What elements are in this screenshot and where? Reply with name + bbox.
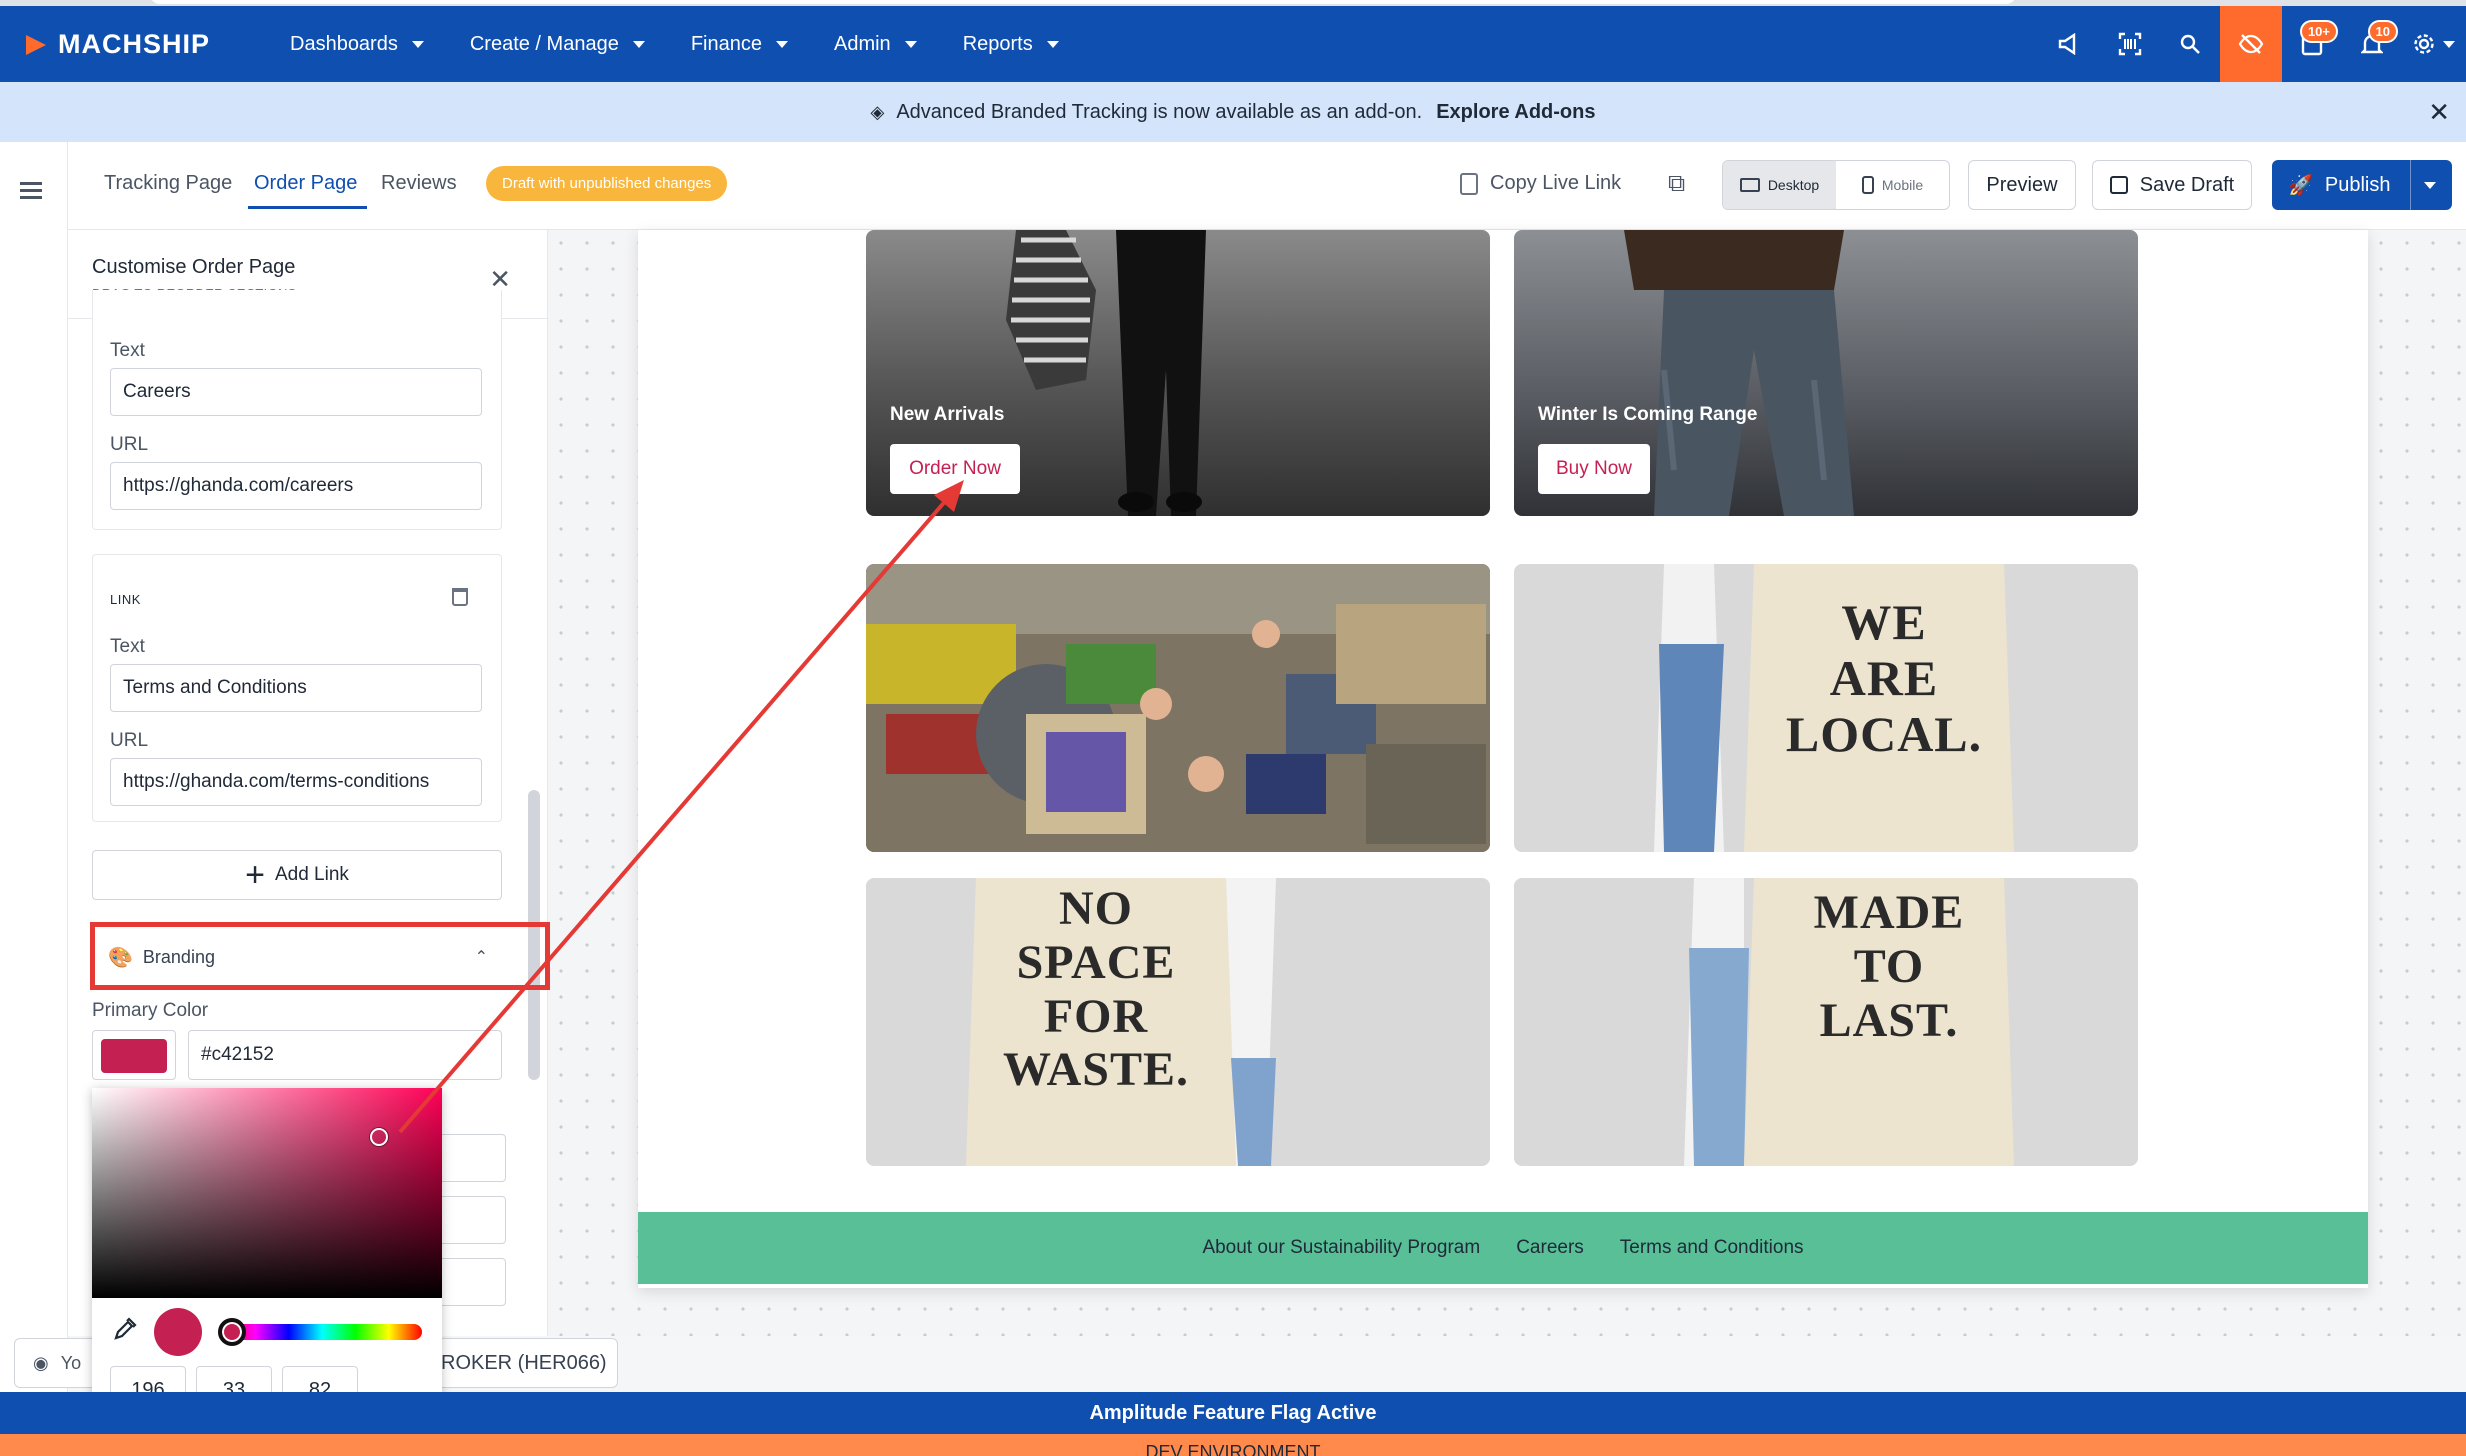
plus-icon: + <box>245 856 265 894</box>
workshop-photo <box>866 564 1490 852</box>
link-url-input[interactable]: https://ghanda.com/terms-conditions <box>110 758 482 806</box>
color-preview-dot <box>154 1308 202 1356</box>
order-page-preview: New Arrivals Order Now Winter Is Coming … <box>638 230 2368 1288</box>
editor-toolbar: Tracking Page Order Page Reviews Draft w… <box>68 142 2466 230</box>
panel-title: Customise Order Page <box>92 256 296 278</box>
link-text-input[interactable]: Careers <box>110 368 482 416</box>
add-link-button[interactable]: + Add Link <box>92 850 502 900</box>
page-footer: About our Sustainability Program Careers… <box>638 1212 2368 1284</box>
publish-button[interactable]: 🚀 Publish <box>2272 160 2452 210</box>
tab-tracking-page[interactable]: Tracking Page <box>104 172 232 195</box>
announcement-bar: ◈ Advanced Branded Tracking is now avail… <box>0 82 2466 142</box>
bag-tile-made-to-last: MADE TO LAST. <box>1514 878 2138 1166</box>
bag-tile-we-are-local: WE ARE LOCAL. <box>1514 564 2138 852</box>
trash-icon[interactable] <box>452 588 468 606</box>
copy-live-link-button[interactable]: Copy Live Link <box>1460 172 1621 195</box>
gear-icon[interactable] <box>2402 6 2466 82</box>
primary-color-swatch[interactable] <box>92 1030 176 1080</box>
tasks-icon[interactable]: 10+ <box>2282 6 2342 82</box>
eye-off-icon[interactable] <box>2220 6 2282 82</box>
hue-slider-knob[interactable] <box>218 1318 246 1346</box>
save-icon <box>2109 176 2128 194</box>
save-draft-button[interactable]: Save Draft <box>2092 160 2252 210</box>
tasks-badge: 10+ <box>2299 20 2338 43</box>
explore-addons-link[interactable]: Explore Add-ons <box>1436 101 1595 124</box>
publish-dropdown-chevron-icon[interactable] <box>2424 182 2436 189</box>
hue-slider[interactable] <box>222 1324 422 1340</box>
tile-new-arrivals: New Arrivals Order Now <box>866 230 1490 516</box>
link-url-input[interactable]: https://ghanda.com/careers <box>110 462 482 510</box>
buy-now-button[interactable]: Buy Now <box>1538 444 1650 494</box>
close-icon[interactable]: ✕ <box>2428 97 2450 128</box>
annotation-highlight-box <box>90 922 550 990</box>
diamond-icon: ◈ <box>870 101 885 122</box>
eyedropper-icon[interactable] <box>112 1316 138 1349</box>
nav-dashboards[interactable]: Dashboards <box>290 33 424 56</box>
logo[interactable]: MACHSHIP <box>24 29 254 60</box>
nav-reports[interactable]: Reports <box>963 33 1059 56</box>
order-now-button[interactable]: Order Now <box>890 444 1020 494</box>
external-link-icon[interactable]: ⧉ <box>1668 170 1685 198</box>
url-label: URL <box>110 434 149 455</box>
text-label: Text <box>110 340 145 361</box>
tile-label: Winter Is Coming Range <box>1538 404 1758 425</box>
device-toggle: Desktop Mobile <box>1722 160 1950 210</box>
view-as-pill[interactable]: ◉ Yo <box>14 1338 94 1388</box>
mobile-view-button[interactable]: Mobile <box>1836 161 1949 209</box>
tab-reviews[interactable]: Reviews <box>381 172 457 195</box>
link-text-input[interactable]: Terms and Conditions <box>110 664 482 712</box>
chevron-down-icon <box>2443 40 2455 48</box>
broker-pill[interactable]: ROKER (HER066) <box>430 1338 618 1388</box>
tile-winter-range: Winter Is Coming Range Buy Now <box>1514 230 2138 516</box>
primary-color-label: Primary Color <box>92 1000 209 1021</box>
text-label: Text <box>110 636 145 657</box>
tab-order-page[interactable]: Order Page <box>247 172 368 209</box>
nav-finance[interactable]: Finance <box>691 33 788 56</box>
footer-link[interactable]: About our Sustainability Program <box>1202 1237 1480 1259</box>
bag-tile-no-space-for-waste: NO SPACE FOR WASTE. <box>866 878 1490 1166</box>
top-nav: MACHSHIP Dashboards Create / Manage Fina… <box>0 6 2466 82</box>
draft-status-badge: Draft with unpublished changes <box>486 166 728 201</box>
saturation-area[interactable] <box>92 1088 442 1298</box>
saturation-cursor[interactable] <box>370 1128 388 1146</box>
nav-admin[interactable]: Admin <box>834 33 917 56</box>
logo-mark-icon <box>24 29 54 59</box>
monitor-icon <box>1739 178 1760 192</box>
copy-icon <box>1460 172 1478 195</box>
search-icon[interactable] <box>2160 6 2220 82</box>
chevron-down-icon <box>632 40 645 48</box>
left-rail <box>0 142 68 1392</box>
rocket-icon: 🚀 <box>2288 174 2313 197</box>
barcode-scan-icon[interactable] <box>2100 6 2160 82</box>
footer-link[interactable]: Careers <box>1516 1237 1584 1259</box>
notifications-badge: 10 <box>2367 20 2398 43</box>
url-label: URL <box>110 730 149 751</box>
chevron-down-icon <box>411 40 424 48</box>
desktop-view-button[interactable]: Desktop <box>1723 161 1836 209</box>
link-tag: LINK <box>110 592 141 607</box>
footer-link[interactable]: Terms and Conditions <box>1620 1237 1804 1259</box>
megaphone-icon[interactable] <box>2040 6 2100 82</box>
feature-flag-bar: Amplitude Feature Flag Active <box>0 1392 2466 1434</box>
environment-bar: DEV ENVIRONMENT <box>0 1434 2466 1456</box>
primary-color-hex-input[interactable]: #c42152 <box>188 1030 502 1080</box>
eye-icon: ◉ <box>33 1352 49 1373</box>
chevron-down-icon <box>775 40 788 48</box>
nav-create-manage[interactable]: Create / Manage <box>470 33 645 56</box>
menu-icon[interactable] <box>20 182 42 203</box>
announcement-text: Advanced Branded Tracking is now availab… <box>896 100 1423 123</box>
chevron-down-icon <box>1046 40 1059 48</box>
bag-text: MADE TO LAST. <box>1813 886 1965 1047</box>
preview-button[interactable]: Preview <box>1968 160 2076 210</box>
chevron-down-icon <box>904 40 917 48</box>
bag-text: NO SPACE FOR WASTE. <box>1002 882 1190 1097</box>
phone-icon <box>1861 176 1874 194</box>
tile-label: New Arrivals <box>890 404 1005 425</box>
bell-icon[interactable]: 10 <box>2342 6 2402 82</box>
bag-text: WE ARE LOCAL. <box>1785 594 1983 762</box>
